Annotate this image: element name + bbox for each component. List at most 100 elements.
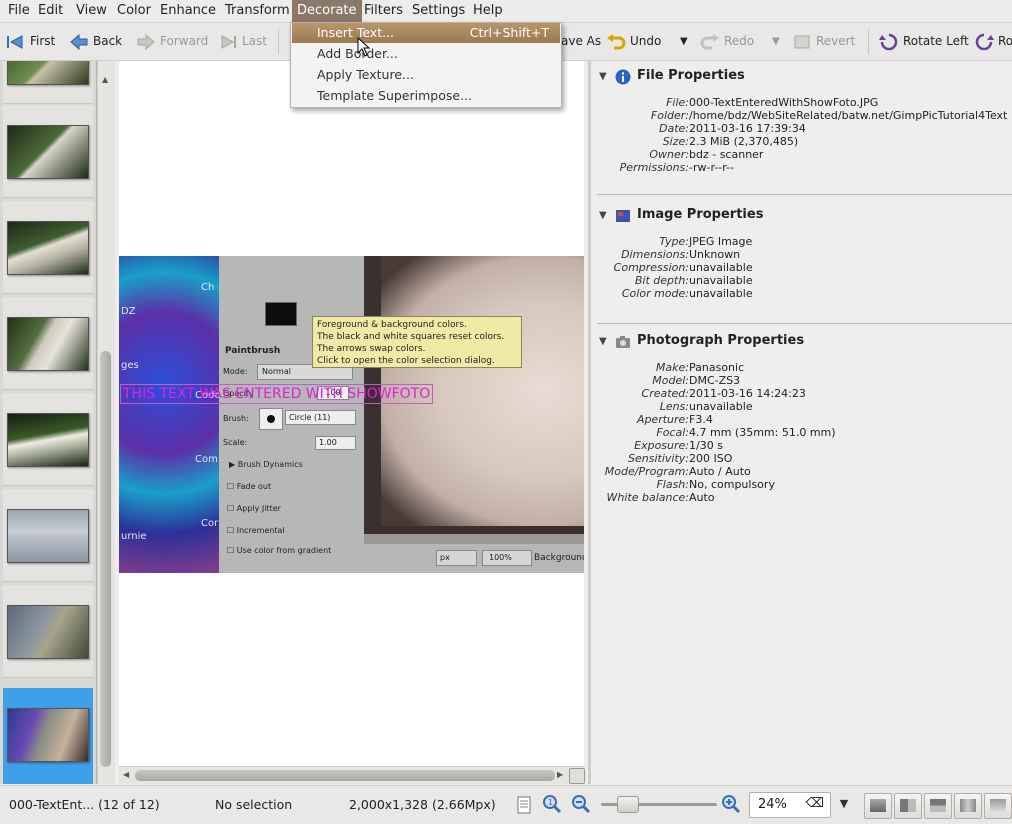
- undo-button[interactable]: Undo: [606, 23, 661, 60]
- menu-settings[interactable]: Settings: [408, 0, 469, 22]
- property-value: 2011-03-16 14:24:23: [689, 387, 806, 400]
- clear-icon[interactable]: ⌫: [806, 796, 824, 811]
- property-value: 200 ISO: [689, 452, 733, 465]
- save-as-button[interactable]: ave As: [561, 23, 601, 60]
- fade-out-label: Fade out: [236, 482, 272, 491]
- preview-original-button[interactable]: [864, 793, 892, 819]
- thumbnail-item[interactable]: [3, 585, 93, 678]
- brush-value: Circle (11): [285, 410, 356, 425]
- properties-panel: ▼ File Properties File: 000-TextEnteredWi…: [591, 61, 1012, 784]
- menu-help[interactable]: Help: [469, 0, 507, 22]
- thumbnail-item-selected[interactable]: [3, 688, 93, 784]
- menu-filters[interactable]: Filters: [360, 0, 407, 22]
- zoom-dropdown-icon[interactable]: ▼: [833, 792, 855, 816]
- preview-split-button[interactable]: [894, 793, 922, 819]
- menu-edit[interactable]: Edit: [34, 0, 67, 22]
- last-button[interactable]: Last: [218, 23, 267, 60]
- use-color-row: ☐ Use color from gradient: [227, 546, 332, 555]
- menu-enhance[interactable]: Enhance: [156, 0, 220, 22]
- property-row: Lens: unavailable: [591, 400, 1012, 413]
- image-icon: [616, 210, 630, 222]
- menu-item-insert-text[interactable]: Insert Text... Ctrl+Shift+T: [292, 23, 560, 43]
- property-key: Model:: [652, 374, 689, 387]
- inserted-text-overlay[interactable]: THIS TEXT WAS ENTERED WITH SHOWFOTO: [120, 384, 434, 404]
- fractal-text-1: Ch: [201, 282, 215, 293]
- inner-scrollbar: [364, 534, 584, 544]
- menu-view[interactable]: View: [72, 0, 111, 22]
- property-key: Type:: [659, 235, 689, 248]
- property-value: bdz - scanner: [689, 148, 764, 161]
- forward-button[interactable]: Forward: [136, 23, 208, 60]
- redo-label: Redo: [724, 34, 755, 48]
- image-properties-header[interactable]: ▼ Image Properties: [591, 205, 1012, 227]
- undo-icon: [607, 33, 626, 49]
- photograph-properties-header[interactable]: ▼ Photograph Properties: [591, 331, 1012, 353]
- navigate-corner-icon[interactable]: [569, 768, 585, 784]
- rotate-right-button[interactable]: Ro: [974, 23, 1012, 60]
- property-value: /home/bdz/WebSiteRelated/batw.net/GimpPi…: [689, 109, 1008, 122]
- menu-color[interactable]: Color: [113, 0, 155, 22]
- revert-button[interactable]: Revert: [792, 23, 855, 60]
- scrollbar-thumb[interactable]: [135, 770, 555, 781]
- expand-triangle-icon[interactable]: ▼: [599, 71, 607, 82]
- redo-button[interactable]: Redo: [700, 23, 754, 60]
- property-row: Color mode: unavailable: [591, 287, 1012, 300]
- zoom-out-icon[interactable]: [571, 794, 591, 814]
- preview-compare-button[interactable]: [954, 793, 982, 819]
- thumbnail-item[interactable]: [3, 489, 93, 582]
- menu-transform[interactable]: Transform: [221, 0, 294, 22]
- scrollbar-thumb[interactable]: [100, 351, 111, 767]
- thumbnail-scrollbar[interactable]: ▲: [97, 61, 115, 784]
- property-value: Auto / Auto: [689, 465, 751, 478]
- scroll-left-icon[interactable]: ◀: [123, 770, 129, 779]
- zoom-input[interactable]: 24% ⌫: [749, 792, 831, 818]
- property-row: Date: 2011-03-16 17:39:34: [591, 122, 1012, 135]
- menu-item-template-superimpose[interactable]: Template Superimpose...: [292, 86, 560, 106]
- canvas-horizontal-scrollbar[interactable]: ◀ ▶: [119, 766, 585, 784]
- thumbnail-image: [7, 61, 89, 85]
- rotate-left-button[interactable]: Rotate Left: [879, 23, 969, 60]
- preview-split-horizontal-button[interactable]: [924, 793, 952, 819]
- property-value: Auto: [689, 491, 715, 504]
- menu-item-add-border[interactable]: Add Border...: [292, 44, 560, 64]
- zoom-fit-icon[interactable]: 1: [542, 794, 562, 814]
- first-button[interactable]: First: [6, 23, 55, 60]
- tooltip: Foreground & background colors. The blac…: [312, 316, 522, 368]
- undo-dropdown-icon[interactable]: ▼: [680, 23, 688, 60]
- back-label: Back: [93, 34, 123, 48]
- property-row: Make: Panasonic: [591, 361, 1012, 374]
- menu-file[interactable]: File: [4, 0, 34, 22]
- menu-item-apply-texture[interactable]: Apply Texture...: [292, 65, 560, 85]
- background-label: Background: [534, 553, 584, 563]
- first-icon: [7, 34, 23, 49]
- thumbnail-item[interactable]: [3, 393, 93, 486]
- thumbnail-item[interactable]: [3, 105, 93, 198]
- back-button[interactable]: Back: [69, 23, 122, 60]
- scroll-right-icon[interactable]: ▶: [557, 770, 563, 779]
- zoom-slider-handle[interactable]: [617, 796, 639, 813]
- toolbar-separator-2: [868, 29, 869, 54]
- info-icon: [615, 69, 631, 85]
- document-icon[interactable]: [514, 795, 534, 815]
- property-row: Created: 2011-03-16 14:24:23: [591, 387, 1012, 400]
- incremental-label: Incremental: [236, 526, 285, 535]
- thumbnail-item[interactable]: [3, 61, 93, 104]
- thumbnail-item[interactable]: [3, 297, 93, 390]
- menu-decorate[interactable]: Decorate: [292, 0, 362, 22]
- zoom-in-icon[interactable]: [721, 794, 741, 814]
- redo-dropdown-icon[interactable]: ▼: [772, 23, 780, 60]
- scroll-up-icon[interactable]: ▲: [102, 75, 108, 84]
- file-properties-header[interactable]: ▼ File Properties: [591, 66, 1012, 88]
- rotate-right-icon: [975, 33, 994, 50]
- thumbnail-item[interactable]: [3, 201, 93, 294]
- property-key: File:: [666, 96, 689, 109]
- split-horizontal-icon: [930, 799, 946, 812]
- property-value: F3.4: [689, 413, 713, 426]
- preview-underexposed-button[interactable]: [984, 793, 1012, 819]
- revert-icon: [794, 35, 810, 48]
- forward-arrow-icon: [137, 33, 155, 50]
- expand-triangle-icon[interactable]: ▼: [599, 210, 607, 221]
- expand-triangle-icon[interactable]: ▼: [599, 336, 607, 347]
- property-key: Created:: [641, 387, 689, 400]
- property-key: Size:: [662, 135, 689, 148]
